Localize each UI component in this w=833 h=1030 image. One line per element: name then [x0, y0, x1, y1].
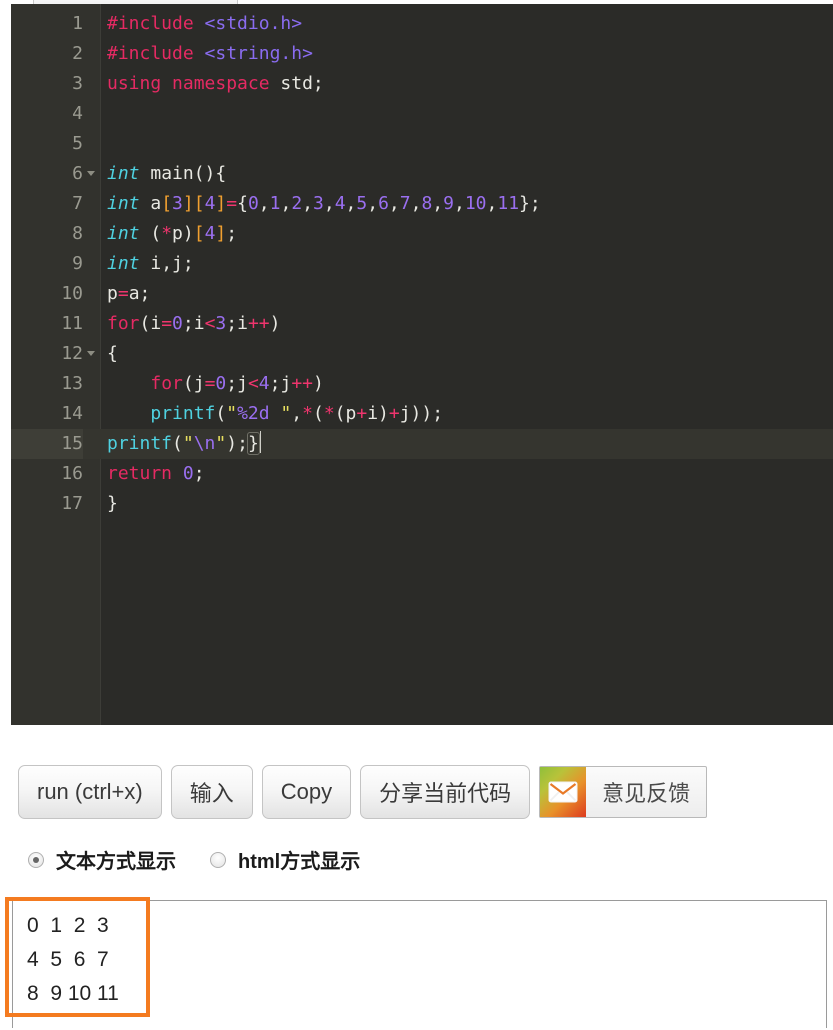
- code-line[interactable]: 17}: [11, 489, 833, 519]
- code-line[interactable]: 11 for(i=0;i<3;i++): [11, 309, 833, 339]
- output-panel: 0 1 2 3 4 5 6 7 8 9 10 11: [12, 900, 827, 1028]
- code-line[interactable]: 12 {: [11, 339, 833, 369]
- code-line[interactable]: 4: [11, 99, 833, 129]
- line-number: 3: [72, 73, 83, 94]
- code-line[interactable]: 9 int i,j;: [11, 249, 833, 279]
- code-editor[interactable]: 1 #include <stdio.h> 2 #include <string.h> 3…: [11, 4, 833, 725]
- code-text: using namespace std;: [107, 73, 324, 94]
- code-line[interactable]: 14 printf("%2d ",*(*(p+i)+j));: [11, 399, 833, 429]
- program-output: 0 1 2 3 4 5 6 7 8 9 10 11: [27, 914, 119, 1005]
- code-text: return 0;: [107, 463, 205, 484]
- line-number: 16: [61, 463, 83, 484]
- input-button[interactable]: 输入: [170, 765, 253, 819]
- line-number: 4: [72, 103, 83, 124]
- text-cursor: [259, 431, 261, 453]
- page-root: 1 #include <stdio.h> 2 #include <string.h> 3…: [0, 0, 833, 1030]
- display-mode-option-0[interactable]: 文本方式显示: [28, 845, 176, 874]
- code-line[interactable]: 5: [11, 129, 833, 159]
- code-line[interactable]: 10 p=a;: [11, 279, 833, 309]
- line-number: 6: [72, 163, 83, 184]
- line-number: 17: [61, 493, 83, 514]
- mail-icon: [540, 767, 587, 817]
- line-number: 5: [72, 133, 83, 154]
- code-text: int main(){: [107, 163, 227, 184]
- code-text: int a[3][4]={0,1,2,3,4,5,6,7,8,9,10,11};: [107, 193, 541, 214]
- line-number: 1: [72, 13, 83, 34]
- code-text: #include <string.h>: [107, 43, 313, 64]
- feedback-button[interactable]: 意见反馈: [539, 766, 708, 818]
- line-number: 8: [72, 223, 83, 244]
- display-mode-label: html方式显示: [238, 851, 361, 873]
- code-text: {: [107, 343, 118, 364]
- line-number: 13: [61, 373, 83, 394]
- code-line[interactable]: 7 int a[3][4]={0,1,2,3,4,5,6,7,8,9,10,11}…: [11, 189, 833, 219]
- code-line[interactable]: 3 using namespace std;: [11, 69, 833, 99]
- code-text: }: [107, 493, 118, 514]
- code-rows: 1 #include <stdio.h> 2 #include <string.h> 3…: [11, 9, 833, 519]
- code-text: int (*p)[4];: [107, 223, 238, 244]
- run-button[interactable]: run (ctrl+x): [18, 765, 162, 819]
- radio-unchecked-icon[interactable]: [210, 851, 226, 868]
- display-mode-label: 文本方式显示: [56, 851, 176, 873]
- code-line[interactable]: 6 int main(){: [11, 159, 833, 189]
- code-text: for(i=0;i<3;i++): [107, 313, 281, 334]
- code-line[interactable]: 13 for(j=0;j<4;j++): [11, 369, 833, 399]
- code-text: for(j=0;j<4;j++): [150, 373, 324, 394]
- code-line[interactable]: 1 #include <stdio.h>: [11, 9, 833, 39]
- radio-checked-icon[interactable]: [28, 851, 44, 868]
- code-text: printf("%2d ",*(*(p+i)+j));: [150, 403, 444, 424]
- action-toolbar: run (ctrl+x) 输入 Copy 分享当前代码 意见反馈: [18, 765, 708, 819]
- code-line[interactable]: 15 printf("\n");}: [11, 429, 833, 459]
- line-number: 14: [61, 403, 83, 424]
- code-text: int i,j;: [107, 253, 194, 274]
- line-number: 10: [61, 283, 83, 304]
- code-line[interactable]: 16 return 0;: [11, 459, 833, 489]
- code-line[interactable]: 2 #include <string.h>: [11, 39, 833, 69]
- line-number: 9: [72, 253, 83, 274]
- line-number: 15: [11, 429, 83, 459]
- line-number: 11: [61, 313, 83, 334]
- feedback-label: 意见反馈: [602, 781, 691, 806]
- chevron-down-icon[interactable]: [87, 171, 95, 176]
- share-code-button[interactable]: 分享当前代码: [360, 765, 531, 819]
- display-mode-option-1[interactable]: html方式显示: [210, 845, 360, 874]
- code-text: printf("\n");}: [107, 431, 261, 455]
- chevron-down-icon[interactable]: [87, 351, 95, 356]
- line-number: 12: [61, 343, 83, 364]
- line-number: 7: [72, 193, 83, 214]
- display-mode-group: 文本方式显示 html方式显示: [28, 845, 394, 874]
- line-number: 2: [72, 43, 83, 64]
- code-text: p=a;: [107, 283, 151, 304]
- code-line[interactable]: 8 int (*p)[4];: [11, 219, 833, 249]
- copy-button[interactable]: Copy: [261, 765, 352, 819]
- code-text: #include <stdio.h>: [107, 13, 303, 34]
